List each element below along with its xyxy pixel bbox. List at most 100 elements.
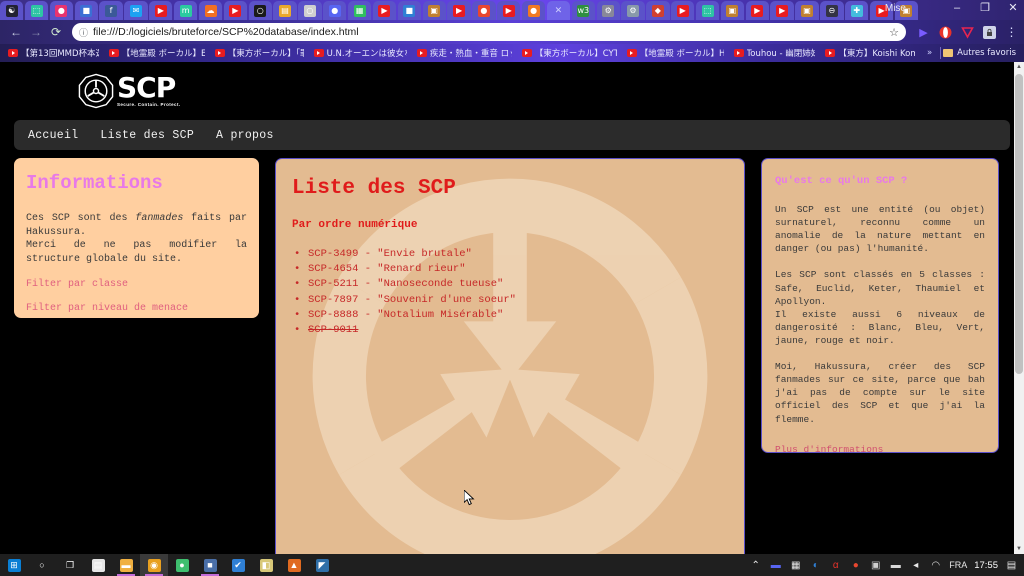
- notepad-icon[interactable]: ◧: [252, 554, 280, 576]
- tab-favicon-icon[interactable]: ▦: [353, 4, 366, 17]
- box-tab[interactable]: ▣: [720, 1, 745, 20]
- microsoft-store-icon[interactable]: ▤: [84, 554, 112, 576]
- gear-tab-2[interactable]: ⚙: [621, 1, 645, 20]
- display-tray-icon[interactable]: ▣: [869, 559, 882, 572]
- tab-favicon-icon[interactable]: ●: [477, 4, 490, 17]
- youtube-tab[interactable]: ▶: [149, 1, 173, 20]
- browser-tab-strip[interactable]: ☯ ⬚ ● ■ f ✉ ▶ m ☁ ▶ ○ ▤ ○ ● ▦ ▶ ■ ▣ ▶ ● ▶ ● ✕ w3 ⚙ ⚙ ◆ ▶ ⬚ ▣ ▶ ▶ ▣ ⊖ ✚ ▶ ▣: [0, 0, 1024, 20]
- nav-accueil[interactable]: Accueil: [28, 129, 78, 142]
- tab-favicon-icon[interactable]: ▶: [229, 4, 242, 17]
- dark-tab[interactable]: ⊖: [820, 1, 844, 20]
- scrollbar-thumb[interactable]: [1015, 74, 1023, 374]
- doc-tab[interactable]: ⬚: [695, 1, 720, 20]
- bookmark-item[interactable]: 疾走・熱血・重音 ロック: [413, 47, 516, 59]
- youtube-tab-3[interactable]: ▶: [372, 1, 397, 20]
- scp-list-item[interactable]: SCP-7897 - "Souvenir d'une soeur": [292, 293, 730, 308]
- tab-favicon-icon[interactable]: ▤: [279, 4, 292, 17]
- bookmark-item[interactable]: 【東方ボーカル】CYTOK: [518, 47, 621, 59]
- tab-favicon-icon[interactable]: ⬚: [30, 4, 43, 17]
- active-scp-tab[interactable]: ✕: [546, 1, 571, 20]
- task-view-icon[interactable]: ❐: [56, 554, 84, 576]
- taichi-tab[interactable]: ☯: [0, 1, 24, 20]
- bookmark-item[interactable]: 【第13回MMD杯本選】: [4, 47, 103, 59]
- tab-favicon-icon[interactable]: ⊖: [825, 4, 838, 17]
- page-scrollbar[interactable]: ▲ ▼: [1014, 62, 1024, 554]
- discord-tray-icon[interactable]: ▬: [769, 559, 782, 572]
- scp-list-item-link[interactable]: SCP-4654 - "Renard rieur": [308, 263, 466, 275]
- image-tab[interactable]: ■: [74, 1, 98, 20]
- w3-tab[interactable]: w3: [571, 1, 595, 20]
- shield-icon[interactable]: [961, 26, 974, 39]
- tab-favicon-icon[interactable]: ▶: [502, 4, 515, 17]
- bookmark-item[interactable]: U.N.オーエンは彼女なの: [310, 47, 411, 59]
- tab-favicon-icon[interactable]: ▣: [801, 4, 813, 17]
- bookmarks-bar[interactable]: 【第13回MMD杯本選】 【地霊殿 ボーカル】East 【東方ボーカル】「罪と U.N…: [0, 44, 1024, 62]
- twitter-tab[interactable]: ✉: [124, 1, 148, 20]
- scp-list[interactable]: SCP-3499 - "Envie brutale" SCP-4654 - "Re…: [292, 247, 730, 339]
- todo-check-icon[interactable]: ✔: [224, 554, 252, 576]
- scp-list-item[interactable]: SCP-8888 - "Notalium Misérable": [292, 308, 730, 323]
- github-tab[interactable]: ○: [248, 1, 272, 20]
- soundcloud-tab[interactable]: ☁: [198, 1, 223, 20]
- page-info-icon[interactable]: ⓘ: [79, 26, 88, 39]
- other-bookmarks-folder[interactable]: Autres favoris: [943, 48, 1020, 58]
- opera-tray-icon[interactable]: ●: [849, 559, 862, 572]
- bookmark-star-icon[interactable]: ☆: [889, 26, 899, 39]
- discord-tab[interactable]: ●: [323, 1, 347, 20]
- tab-favicon-icon[interactable]: ✉: [129, 4, 142, 17]
- tab-favicon-icon[interactable]: ▶: [676, 4, 689, 17]
- youtube-tab-4[interactable]: ▶: [447, 1, 471, 20]
- blue-tab[interactable]: ■: [397, 1, 421, 20]
- plus-tab[interactable]: ✚: [845, 1, 869, 20]
- tab-favicon-icon[interactable]: w3: [577, 4, 590, 17]
- tab-favicon-icon[interactable]: ⚙: [627, 4, 640, 17]
- tab-favicon-icon[interactable]: ◆: [651, 4, 664, 17]
- minimize-icon[interactable]: –: [950, 2, 964, 14]
- bookmark-item[interactable]: 【地霊殿 ボーカル】Halo: [623, 47, 728, 59]
- tab-favicon-icon[interactable]: ▶: [154, 4, 167, 17]
- tab-favicon-icon[interactable]: ▣: [726, 4, 739, 17]
- reload-icon[interactable]: ⟳: [46, 25, 66, 39]
- tab-favicon-icon[interactable]: ▶: [378, 4, 391, 17]
- scp-list-item[interactable]: SCP-5211 - "Nanoseconde tueuse": [292, 277, 730, 292]
- tab-close-icon[interactable]: ✕: [555, 5, 563, 16]
- grid-tab[interactable]: ▦: [347, 1, 372, 20]
- green-globe-icon[interactable]: ●: [168, 554, 196, 576]
- filter-by-threat-link[interactable]: Filter par niveau de menace: [26, 303, 247, 314]
- scp-list-item-link[interactable]: SCP-9011: [308, 324, 358, 336]
- tab-favicon-icon[interactable]: ●: [328, 4, 341, 17]
- pink-tab[interactable]: ●: [49, 1, 74, 20]
- youtube-tab-7[interactable]: ▶: [745, 1, 769, 20]
- network-tray-icon[interactable]: ◠: [929, 559, 942, 572]
- document-tab[interactable]: ⬚: [24, 1, 49, 20]
- scp-list-item[interactable]: SCP-4654 - "Renard rieur": [292, 262, 730, 277]
- tab-favicon-icon[interactable]: m: [179, 4, 192, 17]
- brave-icon[interactable]: ▲: [280, 554, 308, 576]
- tab-favicon-icon[interactable]: ☯: [5, 4, 18, 17]
- tab-favicon-icon[interactable]: ○: [303, 4, 316, 17]
- cortana-search-icon[interactable]: ○: [28, 554, 56, 576]
- maximize-icon[interactable]: ❐: [978, 1, 992, 14]
- play-icon[interactable]: ▶: [917, 26, 930, 39]
- chat-tab[interactable]: ○: [298, 1, 322, 20]
- opera-icon[interactable]: [939, 26, 952, 39]
- gear-tab[interactable]: ⚙: [596, 1, 620, 20]
- tab-favicon-icon[interactable]: ●: [55, 4, 68, 17]
- opera-tab[interactable]: ●: [472, 1, 496, 20]
- checkerboard-tray-icon[interactable]: ▦: [789, 559, 802, 572]
- red-tab[interactable]: ◆: [646, 1, 670, 20]
- nav-a-propos[interactable]: A propos: [216, 129, 274, 142]
- tray-clock[interactable]: 17:55: [974, 560, 998, 571]
- forward-icon[interactable]: →: [26, 25, 46, 39]
- action-center-icon[interactable]: ▤: [1005, 559, 1018, 572]
- scp-list-item-link[interactable]: SCP-7897 - "Souvenir d'une soeur": [308, 294, 516, 306]
- tab-favicon-icon[interactable]: ▶: [453, 4, 466, 17]
- tab-favicon-icon[interactable]: ▶: [776, 4, 789, 17]
- window-controls[interactable]: – ❐ ✕: [950, 1, 1020, 15]
- tab-favicon-icon[interactable]: ⚙: [602, 4, 615, 17]
- tab-favicon-icon[interactable]: ▣: [428, 4, 441, 17]
- bookmark-item[interactable]: 【東方】Koishi Komeij: [821, 47, 919, 59]
- youtube-tab-8[interactable]: ▶: [770, 1, 794, 20]
- scrollbar-up-arrow[interactable]: ▲: [1014, 62, 1024, 72]
- nav-liste-des-scp[interactable]: Liste des SCP: [100, 129, 194, 142]
